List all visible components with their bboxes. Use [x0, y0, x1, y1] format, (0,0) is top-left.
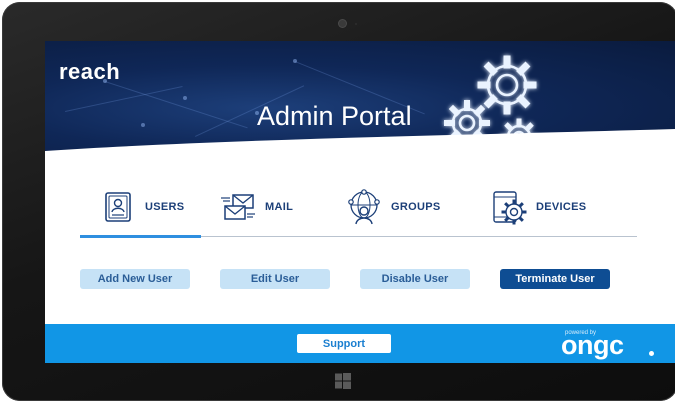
network-node — [141, 123, 145, 127]
device-settings-icon — [493, 191, 527, 225]
ongc-logo: ongc — [561, 330, 624, 360]
tab-label: DEVICES — [536, 201, 587, 213]
network-node — [293, 59, 297, 63]
tablet-device: reach Admin Portal USERS MAIL GROUPS DEV… — [0, 0, 675, 405]
sensor-dot — [355, 23, 357, 25]
tab-devices[interactable]: DEVICES — [490, 181, 586, 233]
logo-dot — [649, 351, 654, 356]
section-tabs: USERS MAIL GROUPS DEVICES — [45, 181, 675, 241]
terminate-user-button[interactable]: Terminate User — [500, 269, 610, 289]
windows-icon[interactable] — [335, 373, 351, 389]
tab-users[interactable]: USERS — [99, 181, 184, 233]
edit-user-button[interactable]: Edit User — [220, 269, 330, 289]
tab-groups[interactable]: GROUPS — [345, 181, 440, 233]
active-tab-indicator — [80, 235, 201, 238]
network-node — [183, 96, 187, 100]
tab-mail[interactable]: MAIL — [219, 181, 293, 233]
screen: reach Admin Portal USERS MAIL GROUPS DEV… — [45, 41, 675, 363]
add-new-user-button[interactable]: Add New User — [80, 269, 190, 289]
tab-label: GROUPS — [391, 201, 441, 213]
disable-user-button[interactable]: Disable User — [360, 269, 470, 289]
banner-wave — [45, 129, 675, 153]
reach-logo: reach — [59, 59, 121, 84]
mail-icon — [221, 194, 255, 220]
page-title: Admin Portal — [257, 101, 412, 131]
footer-bar: Support powered by ongc — [45, 324, 675, 363]
camera-icon — [339, 20, 346, 27]
network-line — [65, 86, 183, 112]
groups-network-icon — [348, 189, 380, 225]
user-card-icon — [105, 192, 131, 222]
tab-label: USERS — [145, 201, 185, 213]
header-banner: reach Admin Portal — [45, 41, 675, 153]
support-button[interactable]: Support — [297, 334, 391, 353]
tab-label: MAIL — [265, 201, 294, 213]
